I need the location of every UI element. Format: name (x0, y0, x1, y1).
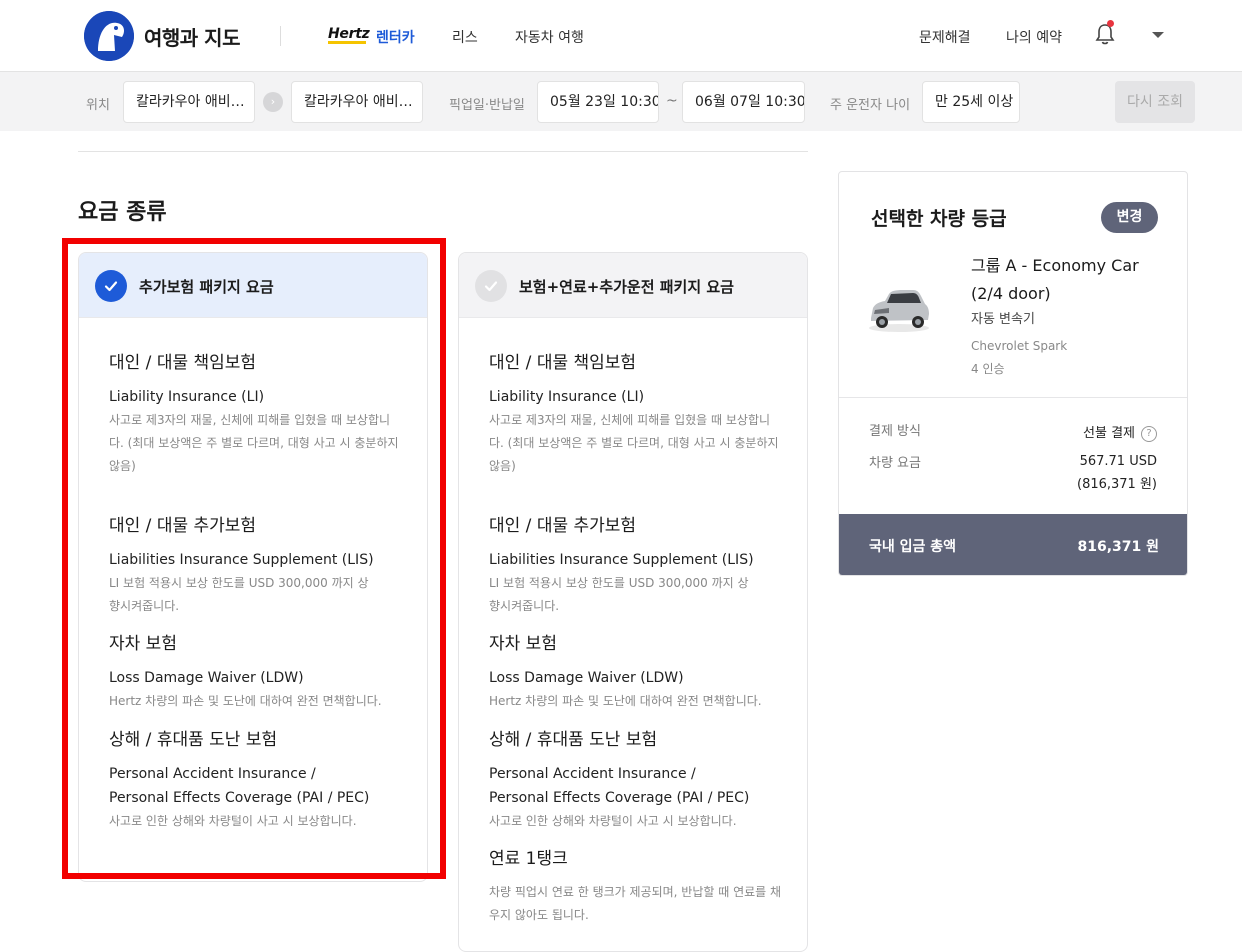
coverage-item: 대인 / 대물 추가보험 Liabilities Insurance Suppl… (489, 511, 789, 618)
coverage-english: Loss Damage Waiver (LDW) (489, 670, 684, 686)
coverage-description: Hertz 차량의 파손 및 도난에 대하여 완전 면책합니다. (489, 694, 762, 708)
coverage-heading: 자차 보험 (489, 634, 557, 654)
coverage-description: LI 보험 적용시 보상 한도를 USD 300,000 까지 상향시켜줍니다. (109, 576, 369, 613)
coverage-item: 상해 / 휴대품 도난 보험 Personal Accident Insuran… (489, 725, 789, 833)
nav-car-travel[interactable]: 자동차 여행 (515, 27, 584, 47)
rate-plan-title: 보험+연료+추가운전 패키지 요금 (519, 278, 734, 296)
coverage-english: Liability Insurance (LI) (109, 389, 265, 405)
car-image (867, 280, 931, 336)
coverage-item: 자차 보험 Loss Damage Waiver (LDW) Hertz 차량의… (109, 629, 409, 713)
coverage-item: 대인 / 대물 책임보험 Liability Insurance (LI) 사고… (489, 348, 789, 478)
arrow-right-icon: › (263, 92, 283, 112)
vehicle-fee-krw: (816,371 원) (1077, 477, 1157, 492)
nav-divider (280, 26, 281, 46)
payment-method-text: 선불 결제 (1083, 426, 1135, 441)
brand-name[interactable]: 여행과 지도 (144, 22, 240, 51)
coverage-english: Liabilities Insurance Supplement (LIS) (489, 552, 754, 568)
total-label: 국내 입금 총액 (869, 539, 957, 555)
vehicle-fee-label: 차량 요금 (869, 456, 921, 471)
pickup-location-field[interactable]: 칼라카우아 애비… (123, 81, 255, 123)
coverage-english: Personal Accident Insurance / Personal E… (489, 766, 750, 806)
change-button[interactable]: 변경 (1101, 202, 1158, 233)
date-separator: ~ (666, 93, 678, 109)
coverage-item: 상해 / 휴대품 도난 보험 Personal Accident Insuran… (109, 725, 409, 833)
check-circle-icon[interactable] (475, 270, 507, 302)
rate-plan-header[interactable]: 추가보험 패키지 요금 (79, 253, 427, 318)
pickup-date-field[interactable]: 05월 23일 10:30 (537, 81, 659, 123)
payment-method-value: 선불 결제? (1083, 422, 1157, 442)
driver-age-field[interactable]: 만 25세 이상 (922, 81, 1020, 123)
coverage-item: 대인 / 대물 추가보험 Liabilities Insurance Suppl… (109, 511, 409, 618)
rate-plan-card-full-package[interactable]: 보험+연료+추가운전 패키지 요금 대인 / 대물 책임보험 Liability… (458, 252, 808, 952)
rate-plan-header[interactable]: 보험+연료+추가운전 패키지 요금 (459, 253, 807, 318)
driver-age-label: 주 운전자 나이 (830, 98, 911, 113)
summary-divider (839, 397, 1187, 398)
help-icon[interactable]: ? (1141, 426, 1157, 442)
total-bar: 국내 입금 총액 816,371 원 (839, 514, 1187, 575)
coverage-description: 사고로 인한 상해와 차량털이 사고 시 보상합니다. (489, 814, 737, 828)
summary-title: 선택한 차량 등급 (871, 208, 1007, 230)
top-navigation: 여행과 지도 Hertz 렌터카 리스 자동차 여행 문제해결 나의 예약 (0, 0, 1242, 72)
car-transmission: 자동 변속기 (971, 312, 1035, 327)
coverage-item: 대인 / 대물 책임보험 Liability Insurance (LI) 사고… (109, 348, 409, 478)
nav-troubleshoot[interactable]: 문제해결 (919, 27, 971, 47)
vehicle-fee-usd: 567.71 USD (1079, 454, 1157, 469)
return-date-field[interactable]: 06월 07일 10:30 (682, 81, 805, 123)
brand-logo-icon[interactable] (84, 11, 134, 61)
search-bar: 위치 칼라카우아 애비… › 칼라카우아 애비… 픽업일·반납일 05월 23일… (0, 72, 1242, 131)
coverage-item: 자차 보험 Loss Damage Waiver (LDW) Hertz 차량의… (489, 629, 789, 713)
total-value: 816,371 원 (1077, 539, 1159, 555)
coverage-heading: 대인 / 대물 책임보험 (489, 353, 637, 373)
coverage-description: 사고로 제3자의 재물, 신체에 피해를 입혔을 때 보상합니다. (최대 보상… (109, 413, 399, 473)
payment-method-label: 결제 방식 (869, 424, 921, 439)
coverage-heading: 대인 / 대물 책임보험 (109, 353, 257, 373)
check-circle-icon[interactable] (95, 270, 127, 302)
coverage-description: 차량 픽업시 연료 한 탱크가 제공되며, 반납할 때 연료를 채우지 않아도 … (489, 885, 782, 922)
coverage-description: 사고로 인한 상해와 차량털이 사고 시 보상합니다. (109, 814, 357, 828)
hertz-logo: Hertz (328, 26, 370, 44)
coverage-english: Personal Accident Insurance / Personal E… (109, 766, 370, 806)
car-model: Chevrolet Spark (971, 339, 1068, 353)
coverage-item: 연료 1탱크 차량 픽업시 연료 한 탱크가 제공되며, 반납할 때 연료를 채… (489, 844, 789, 927)
nav-my-reservation[interactable]: 나의 예약 (1006, 27, 1062, 47)
rate-plan-title: 추가보험 패키지 요금 (139, 278, 274, 296)
dates-label: 픽업일·반납일 (449, 98, 525, 113)
coverage-description: 사고로 제3자의 재물, 신체에 피해를 입혔을 때 보상합니다. (최대 보상… (489, 413, 779, 473)
coverage-english: Liabilities Insurance Supplement (LIS) (109, 552, 374, 568)
car-seats: 4 인승 (971, 362, 1005, 376)
coverage-heading: 연료 1탱크 (489, 849, 568, 869)
nav-lease[interactable]: 리스 (452, 27, 478, 47)
rate-type-title: 요금 종류 (78, 200, 167, 225)
research-button[interactable]: 다시 조회 (1115, 81, 1195, 123)
chevron-down-icon[interactable] (1152, 32, 1164, 38)
coverage-heading: 자차 보험 (109, 634, 177, 654)
coverage-english: Loss Damage Waiver (LDW) (109, 670, 304, 686)
selected-car-summary: 선택한 차량 등급 변경 그룹 A - Economy Car (2/4 doo… (838, 171, 1188, 576)
car-group-name: 그룹 A - Economy Car (2/4 door) (971, 256, 1139, 303)
return-location-field[interactable]: 칼라카우아 애비… (291, 81, 423, 123)
coverage-heading: 상해 / 휴대품 도난 보험 (489, 730, 658, 750)
location-label: 위치 (86, 98, 110, 113)
coverage-heading: 대인 / 대물 추가보험 (109, 516, 257, 536)
coverage-description: LI 보험 적용시 보상 한도를 USD 300,000 까지 상향시켜줍니다. (489, 576, 749, 613)
notification-dot (1107, 20, 1114, 27)
rate-plan-card-insurance[interactable]: 추가보험 패키지 요금 대인 / 대물 책임보험 Liability Insur… (78, 252, 428, 882)
nav-rentacar[interactable]: 렌터카 (376, 27, 415, 47)
coverage-heading: 대인 / 대물 추가보험 (489, 516, 637, 536)
coverage-description: Hertz 차량의 파손 및 도난에 대하여 완전 면책합니다. (109, 694, 382, 708)
coverage-heading: 상해 / 휴대품 도난 보험 (109, 730, 278, 750)
divider (78, 151, 808, 152)
coverage-english: Liability Insurance (LI) (489, 389, 645, 405)
